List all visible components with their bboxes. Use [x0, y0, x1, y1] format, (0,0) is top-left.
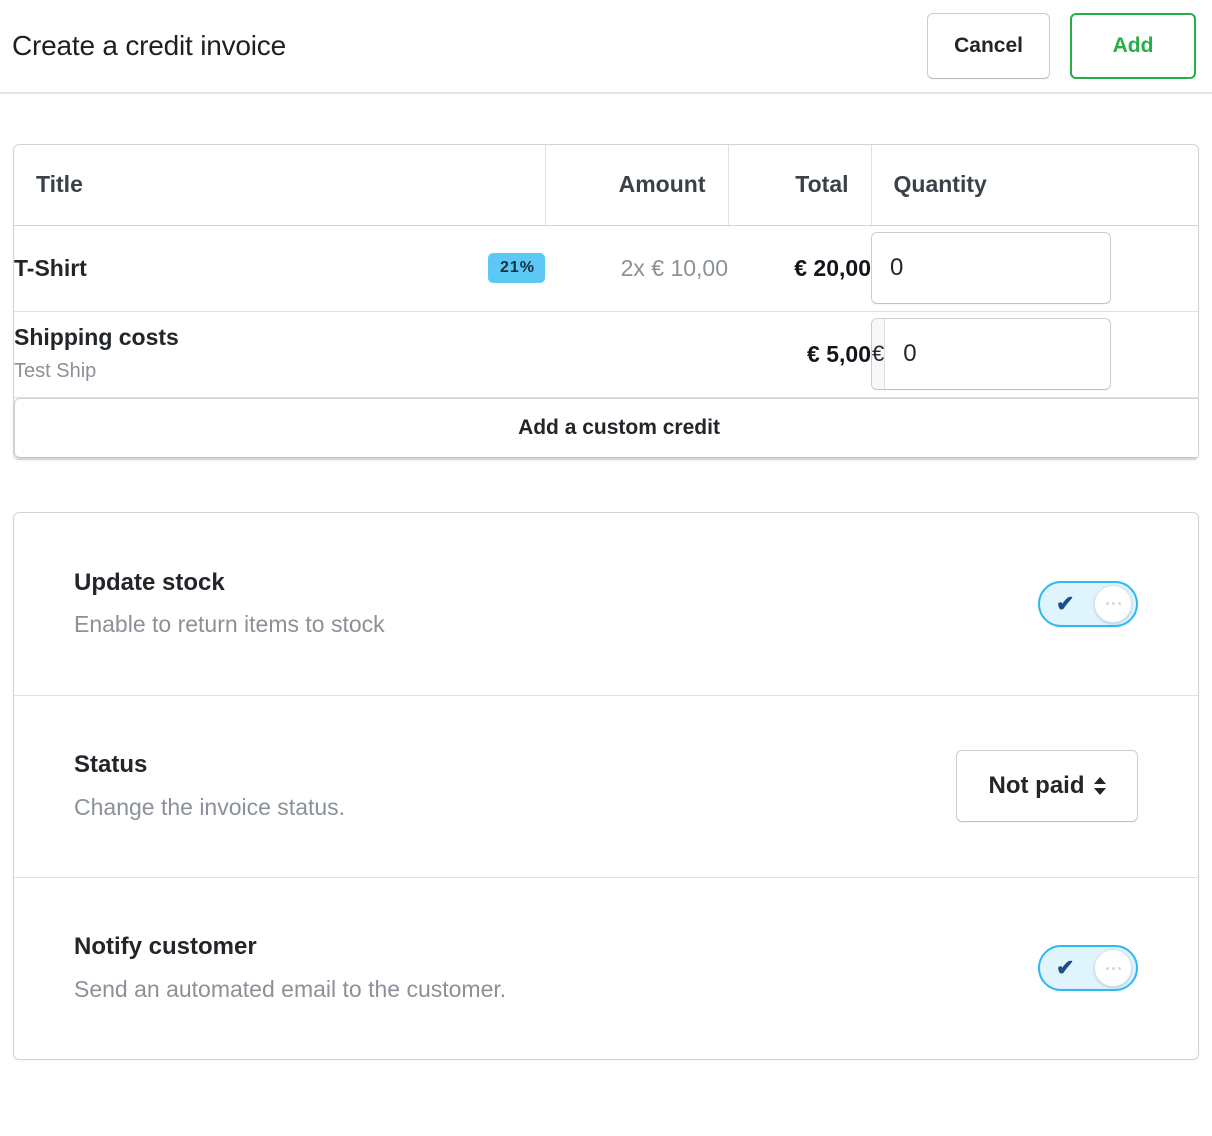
- item-name: Shipping costs: [14, 323, 179, 350]
- check-icon: ✔: [1056, 590, 1075, 616]
- page-body: Title Amount Total Quantity T-Shirt 21% …: [0, 144, 1212, 1060]
- page-header: Create a credit invoice Cancel Add: [0, 0, 1212, 94]
- dot-icon: [1117, 602, 1121, 605]
- add-button[interactable]: Add: [1070, 13, 1196, 79]
- setting-text: Update stock Enable to return items to s…: [74, 567, 1038, 640]
- page-title: Create a credit invoice: [12, 30, 286, 61]
- credit-amount-input[interactable]: [885, 319, 1110, 389]
- table-header-row: Title Amount Total Quantity: [14, 145, 1198, 226]
- table-row: Shipping costs Test Ship € 5,00 €: [14, 311, 1198, 398]
- setting-title: Update stock: [74, 568, 225, 596]
- dot-icon: [1105, 602, 1109, 605]
- setting-text: Notify customer Send an automated email …: [74, 931, 1038, 1004]
- item-quantity-cell: [871, 225, 1198, 312]
- setting-row-notify-customer: Notify customer Send an automated email …: [14, 876, 1198, 1059]
- setting-title: Notify customer: [74, 933, 257, 961]
- setting-title: Status: [74, 751, 148, 779]
- setting-text: Status Change the invoice status.: [74, 749, 956, 822]
- item-total: € 5,00: [728, 311, 871, 398]
- dot-icon: [1117, 966, 1121, 970]
- setting-row-update-stock: Update stock Enable to return items to s…: [14, 513, 1198, 695]
- credit-items-table: Title Amount Total Quantity T-Shirt 21% …: [14, 145, 1198, 459]
- status-select-value: Not paid: [988, 772, 1085, 799]
- cancel-button[interactable]: Cancel: [927, 13, 1050, 79]
- column-header-total: Total: [728, 145, 872, 226]
- item-subtitle: Test Ship: [14, 360, 97, 383]
- tax-rate-badge: 21%: [487, 253, 545, 283]
- check-icon: ✔: [1056, 955, 1075, 980]
- status-select[interactable]: Not paid: [956, 750, 1138, 822]
- settings-card: Update stock Enable to return items to s…: [13, 511, 1199, 1060]
- toggle-knob: [1094, 584, 1132, 623]
- dot-icon: [1111, 966, 1115, 970]
- dot-icon: [1105, 966, 1109, 970]
- add-custom-credit-button[interactable]: Add a custom credit: [14, 397, 1198, 458]
- item-title-cell: T-Shirt: [14, 225, 280, 312]
- toggle-knob: [1094, 949, 1132, 987]
- quantity-input[interactable]: [872, 233, 1110, 303]
- header-actions: Cancel Add: [927, 13, 1196, 79]
- credit-amount-input-group[interactable]: €: [871, 318, 1111, 390]
- setting-description: Send an automated email to the customer.: [74, 975, 507, 1002]
- dot-icon: [1111, 602, 1115, 605]
- table-row: T-Shirt 21% 2x € 10,00 € 20,00: [14, 225, 1198, 312]
- column-header-amount: Amount: [545, 145, 729, 226]
- item-amount: [545, 311, 728, 398]
- setting-row-status: Status Change the invoice status. Not pa…: [14, 694, 1198, 877]
- item-tax-cell: 21%: [279, 225, 545, 312]
- item-tax-cell: [279, 311, 545, 398]
- credit-items-card: Title Amount Total Quantity T-Shirt 21% …: [13, 144, 1199, 460]
- item-quantity-cell: €: [871, 311, 1198, 398]
- table-body: T-Shirt 21% 2x € 10,00 € 20,00 0 Shippin…: [14, 225, 1198, 459]
- item-name: T-Shirt: [14, 254, 87, 281]
- item-amount: 2x € 10,00: [545, 225, 728, 312]
- table-header: Title Amount Total Quantity: [14, 145, 1198, 226]
- table-footer-row: Add a custom credit: [14, 397, 1198, 459]
- setting-description: Enable to return items to stock: [74, 611, 385, 638]
- notify-customer-toggle[interactable]: ✔: [1038, 945, 1138, 991]
- setting-description: Change the invoice status.: [74, 793, 346, 820]
- item-title-cell: Shipping costs Test Ship: [14, 311, 280, 398]
- column-header-quantity: Quantity: [871, 145, 1198, 226]
- quantity-input-group[interactable]: [871, 232, 1111, 304]
- column-header-title: Title: [14, 145, 546, 226]
- currency-prefix-addon: €: [872, 319, 886, 389]
- table-footer-cell: Add a custom credit: [14, 397, 1198, 459]
- item-total: € 20,00: [728, 225, 871, 312]
- chevron-updown-icon: [1093, 777, 1106, 795]
- update-stock-toggle[interactable]: ✔: [1038, 580, 1138, 627]
